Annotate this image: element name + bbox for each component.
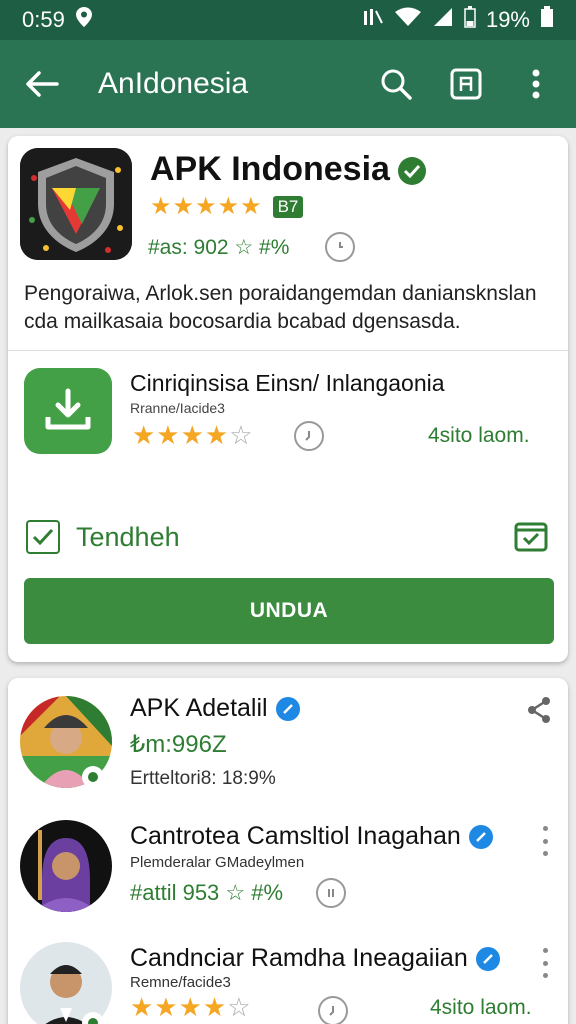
verified-check-icon <box>397 157 426 186</box>
battery-low-icon <box>464 6 476 34</box>
list-item-info: ₺m:996Z <box>130 731 227 758</box>
download-button[interactable]: UNDUA <box>24 578 554 644</box>
avatar <box>20 942 112 1024</box>
status-bar: 0:59 19% <box>0 0 576 40</box>
app-description: Pengoraiwa, Arlok.sen poraidangemdan dan… <box>24 282 537 333</box>
app-rating-row: ★★★★★ B7 <box>150 192 304 221</box>
list-item-extra: Ertteltori8: 18:9% <box>130 768 276 789</box>
app-meta: #as: 902 ☆ #% <box>148 232 356 262</box>
wifi-icon <box>394 7 422 33</box>
feature-rating-row: ★★★★☆ 4sito laom. <box>132 420 530 451</box>
app-title-text: APK Indonesia <box>150 150 390 188</box>
share-icon[interactable] <box>526 696 552 729</box>
clock-icon[interactable] <box>325 232 356 262</box>
list-item-title-text: Cantrotea Camsltiol Inagahan <box>130 822 461 850</box>
more-vert-icon[interactable] <box>516 64 556 104</box>
checkbox-label: Tendheh <box>76 521 180 552</box>
star-rating: ★★★★★ <box>150 193 263 220</box>
app-bar: AnIdonesia <box>0 40 576 128</box>
search-icon[interactable] <box>376 64 416 104</box>
star-rating: ★★★★☆ <box>130 992 252 1022</box>
list-item-title: Cantrotea Camsltiol Inagahan <box>130 822 493 851</box>
app-bar-title: AnIdonesia <box>98 67 249 100</box>
age-badge: B7 <box>272 195 304 218</box>
star-rating: ★★★★☆ <box>132 420 254 450</box>
more-vert-icon[interactable] <box>540 826 550 856</box>
signal-icon <box>362 7 384 33</box>
clock-icon[interactable] <box>293 420 324 451</box>
list-item-title-text: Candnciar Ramdha Ineagaiian <box>130 944 468 972</box>
list-item[interactable]: APK Adetalil ₺m:996Z Ertteltori8: 18:9% <box>8 678 568 798</box>
list-item-subtitle: Remne/facide3 <box>130 974 231 991</box>
app-title: APK Indonesia <box>150 150 426 189</box>
clock-icon[interactable] <box>316 878 346 908</box>
list-item[interactable]: Candnciar Ramdha Ineagaiian Remne/facide… <box>8 930 568 1024</box>
cellular-icon <box>432 7 454 33</box>
app-shield-icon[interactable] <box>20 148 132 260</box>
list-item-rating-text: 4sito laom. <box>430 996 532 1019</box>
list-item-title: Candnciar Ramdha Ineagaiian <box>130 944 500 973</box>
clock-icon[interactable] <box>318 996 348 1024</box>
battery-level: 19% <box>485 7 530 32</box>
list-item[interactable]: Cantrotea Camsltiol Inagahan Plemderalar… <box>8 806 568 926</box>
calendar-check-icon[interactable] <box>514 520 548 557</box>
verified-icon <box>275 697 300 722</box>
list-item-title-text: APK Adetalil <box>130 694 268 722</box>
app-detail-card: APK Indonesia ★★★★★ B7 #as: 902 ☆ #% Pen… <box>8 136 568 662</box>
checkbox-checked-icon[interactable] <box>26 520 60 554</box>
list-item-info: #attil 953 ☆ #% <box>130 880 284 905</box>
download-icon[interactable] <box>24 368 112 454</box>
verified-icon <box>475 947 500 972</box>
translate-icon[interactable] <box>446 64 486 104</box>
verified-icon <box>468 825 493 850</box>
online-status-icon <box>82 766 104 788</box>
app-meta-text: #as: 902 ☆ #% <box>148 235 290 259</box>
avatar <box>20 820 112 912</box>
list-item-subtitle: Plemderalar GMadeylmen <box>130 854 305 871</box>
status-time: 0:59 <box>22 7 65 32</box>
feature-subtitle: Rranne/Iacide3 <box>130 400 225 416</box>
divider <box>8 350 568 351</box>
app-list-card: APK Adetalil ₺m:996Z Ertteltori8: 18:9% … <box>8 678 568 1024</box>
feature-rating-text: 4sito laom. <box>428 424 530 447</box>
terms-checkbox-row[interactable]: Tendheh <box>26 520 180 554</box>
back-arrow-icon[interactable] <box>20 62 64 106</box>
list-item-title: APK Adetalil <box>130 694 300 723</box>
battery-icon <box>540 6 554 34</box>
more-vert-icon[interactable] <box>540 948 550 978</box>
feature-title: Cinriqinsisa Einsn/ Inlangaonia <box>130 370 445 396</box>
location-icon <box>75 6 93 34</box>
